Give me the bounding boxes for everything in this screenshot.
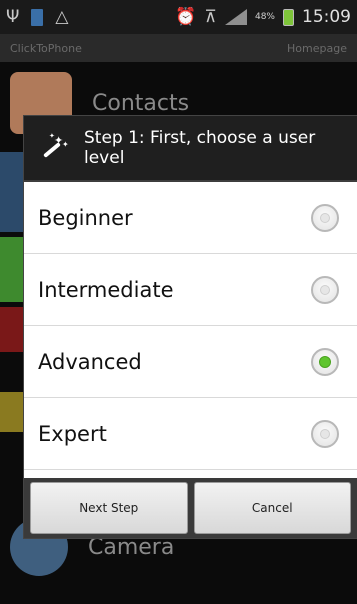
sim-icon — [31, 8, 44, 26]
radio-button[interactable] — [311, 419, 339, 448]
option-beginner[interactable]: Beginner — [24, 182, 357, 254]
option-advanced[interactable]: Advanced — [24, 326, 357, 398]
option-label: Beginner — [38, 205, 133, 230]
option-intermediate[interactable]: Intermediate — [24, 254, 357, 326]
dialog-button-bar: Next Step Cancel — [24, 478, 357, 538]
option-label: Expert — [38, 421, 107, 446]
background-strip — [0, 237, 24, 302]
alarm-icon: ⏰ — [175, 6, 197, 27]
app-header: ClickToPhone Homepage — [0, 34, 357, 62]
option-label: Intermediate — [38, 277, 174, 302]
status-bar: Ψ △ ⏰ ⊼ 48% 15:09 — [0, 0, 357, 34]
dialog-title: Step 1: First, choose a user level — [84, 128, 316, 168]
cancel-button[interactable]: Cancel — [193, 482, 351, 534]
clock: 15:09 — [302, 7, 351, 27]
background-strip — [0, 307, 24, 352]
radio-button[interactable] — [311, 203, 339, 232]
background-strip — [0, 152, 24, 232]
option-label: Advanced — [38, 349, 142, 374]
dialog-header: ✦ ✦ ✦ Step 1: First, choose a user level — [24, 116, 357, 182]
background-item-label: Camera — [88, 534, 175, 560]
status-right-icons: ⏰ ⊼ 48% 15:09 — [175, 7, 351, 27]
next-step-button[interactable]: Next Step — [30, 482, 188, 534]
warning-icon: △ — [55, 6, 69, 27]
app-menu-label: Homepage — [287, 41, 347, 55]
magic-wand-icon: ✦ ✦ ✦ — [36, 133, 69, 163]
background-strip — [0, 392, 24, 432]
app-title: ClickToPhone — [10, 41, 82, 55]
signal-icon — [224, 9, 247, 25]
wifi-icon: ⊼ — [204, 6, 217, 27]
background-item-label: Contacts — [92, 90, 190, 116]
user-level-dialog: ✦ ✦ ✦ Step 1: First, choose a user level… — [24, 116, 357, 538]
usb-icon: Ψ — [6, 6, 20, 27]
user-level-options: Beginner Intermediate Advanced Expert — [24, 182, 357, 470]
battery-percent: 48% — [254, 12, 275, 22]
status-left-icons: Ψ △ — [6, 6, 69, 27]
radio-button-checked[interactable] — [311, 347, 339, 376]
radio-button[interactable] — [311, 275, 339, 304]
battery-icon — [283, 8, 294, 26]
option-expert[interactable]: Expert — [24, 398, 357, 470]
